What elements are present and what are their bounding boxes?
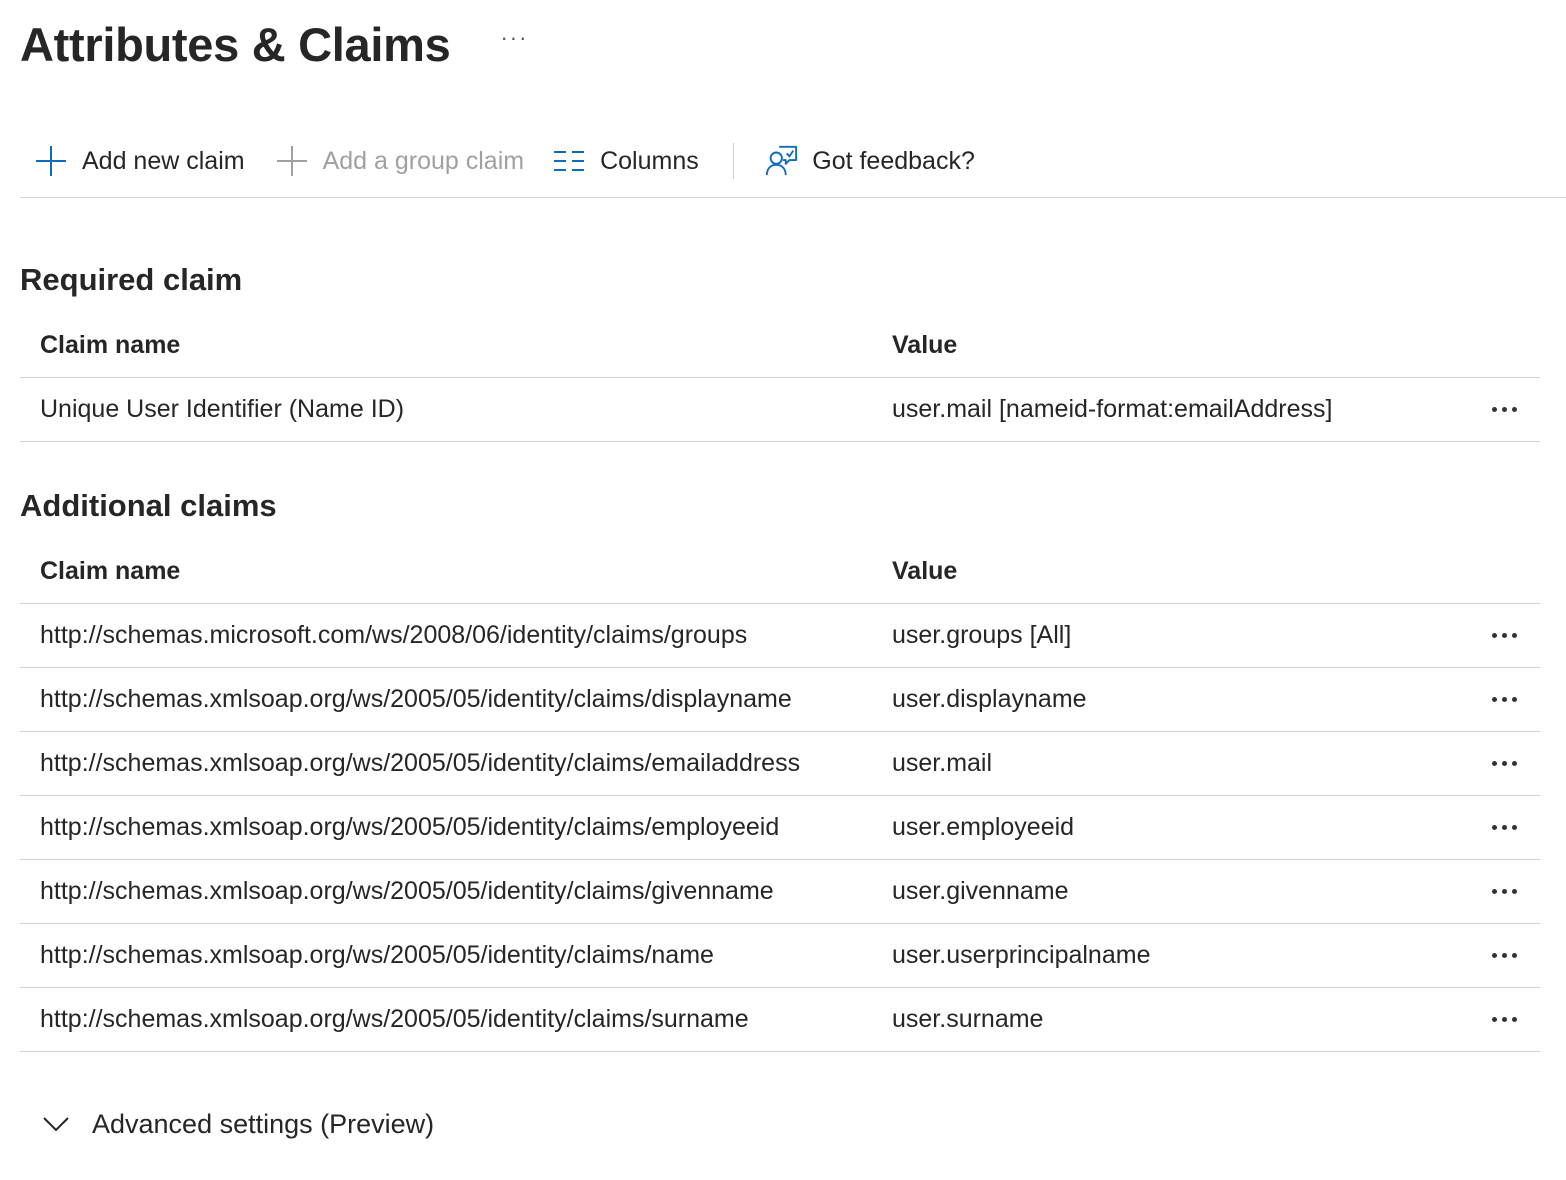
column-header-value: Value	[892, 331, 958, 359]
claim-value: user.employeeid	[892, 813, 1075, 841]
advanced-settings-toggle[interactable]: Advanced settings (Preview)	[40, 1108, 434, 1140]
table-row[interactable]: http://schemas.xmlsoap.org/ws/2005/05/id…	[20, 668, 1540, 732]
table-row[interactable]: http://schemas.xmlsoap.org/ws/2005/05/id…	[20, 732, 1540, 796]
claim-value: user.mail [nameid-format:emailAddress]	[892, 395, 1333, 423]
table-row[interactable]: http://schemas.xmlsoap.org/ws/2005/05/id…	[20, 988, 1540, 1052]
claim-name: http://schemas.xmlsoap.org/ws/2005/05/id…	[40, 749, 801, 777]
add-new-claim-label: Add new claim	[82, 146, 245, 175]
claim-value: user.mail	[892, 749, 993, 777]
column-header-claim-name: Claim name	[40, 331, 181, 359]
required-claim-table: Claim name Value Unique User Identifier …	[20, 314, 1540, 442]
claim-name: http://schemas.xmlsoap.org/ws/2005/05/id…	[40, 877, 774, 905]
claim-name: http://schemas.xmlsoap.org/ws/2005/05/id…	[40, 941, 714, 969]
claim-value: user.givenname	[892, 877, 1069, 905]
claim-value: user.surname	[892, 1005, 1044, 1033]
row-more-button[interactable]	[1484, 685, 1524, 715]
claim-name: http://schemas.microsoft.com/ws/2008/06/…	[40, 621, 748, 649]
feedback-button[interactable]: Got feedback?	[764, 128, 975, 194]
columns-icon	[552, 144, 586, 178]
claim-value: user.groups [All]	[892, 621, 1072, 649]
more-icon	[1491, 889, 1517, 894]
more-icon	[1491, 633, 1517, 638]
chevron-down-icon	[40, 1108, 72, 1140]
column-header-claim-name: Claim name	[40, 557, 181, 585]
add-new-claim-button[interactable]: Add new claim	[34, 128, 245, 194]
claim-name: http://schemas.xmlsoap.org/ws/2005/05/id…	[40, 813, 780, 841]
more-icon	[1491, 1017, 1517, 1022]
toolbar-divider	[732, 143, 735, 179]
more-icon	[1491, 697, 1517, 702]
columns-button[interactable]: Columns	[552, 128, 699, 194]
table-row[interactable]: Unique User Identifier (Name ID) user.ma…	[20, 378, 1540, 442]
row-more-button[interactable]	[1484, 1005, 1524, 1035]
required-claim-heading: Required claim	[20, 262, 243, 297]
add-group-claim-button[interactable]: Add a group claim	[275, 128, 525, 194]
page-more-button[interactable]: ···	[500, 25, 528, 51]
table-row[interactable]: http://schemas.xmlsoap.org/ws/2005/05/id…	[20, 860, 1540, 924]
plus-icon	[34, 144, 68, 178]
table-row[interactable]: http://schemas.xmlsoap.org/ws/2005/05/id…	[20, 924, 1540, 988]
add-group-claim-label: Add a group claim	[322, 146, 525, 175]
column-header-value: Value	[892, 557, 958, 585]
additional-claims-table: Claim name Value http://schemas.microsof…	[20, 540, 1540, 1052]
command-bar: Add new claim Add a group claim Columns	[20, 128, 1566, 198]
attributes-claims-page: Attributes & Claims ··· Add new claim Ad…	[0, 0, 1566, 1180]
more-icon	[1491, 953, 1517, 958]
table-row[interactable]: http://schemas.microsoft.com/ws/2008/06/…	[20, 604, 1540, 668]
table-header-row: Claim name Value	[20, 540, 1540, 604]
feedback-icon	[764, 144, 798, 178]
row-more-button[interactable]	[1484, 813, 1524, 843]
more-icon	[1491, 825, 1517, 830]
additional-claims-heading: Additional claims	[20, 488, 277, 523]
title-row: Attributes & Claims ···	[20, 12, 528, 76]
table-header-row: Claim name Value	[20, 314, 1540, 378]
more-icon	[1491, 761, 1517, 766]
claim-name: http://schemas.xmlsoap.org/ws/2005/05/id…	[40, 1005, 749, 1033]
page-title: Attributes & Claims	[20, 17, 451, 71]
claim-name: http://schemas.xmlsoap.org/ws/2005/05/id…	[40, 685, 792, 713]
columns-label: Columns	[600, 146, 699, 175]
claim-name: Unique User Identifier (Name ID)	[40, 395, 405, 423]
claim-value: user.displayname	[892, 685, 1087, 713]
row-more-button[interactable]	[1484, 749, 1524, 779]
row-more-button[interactable]	[1484, 941, 1524, 971]
table-row[interactable]: http://schemas.xmlsoap.org/ws/2005/05/id…	[20, 796, 1540, 860]
row-more-button[interactable]	[1484, 877, 1524, 907]
feedback-label: Got feedback?	[812, 146, 975, 175]
row-more-button[interactable]	[1484, 621, 1524, 651]
advanced-settings-label: Advanced settings (Preview)	[92, 1108, 435, 1139]
claim-value: user.userprincipalname	[892, 941, 1151, 969]
plus-icon	[275, 144, 309, 178]
row-more-button[interactable]	[1484, 395, 1524, 425]
more-icon	[1491, 407, 1517, 412]
